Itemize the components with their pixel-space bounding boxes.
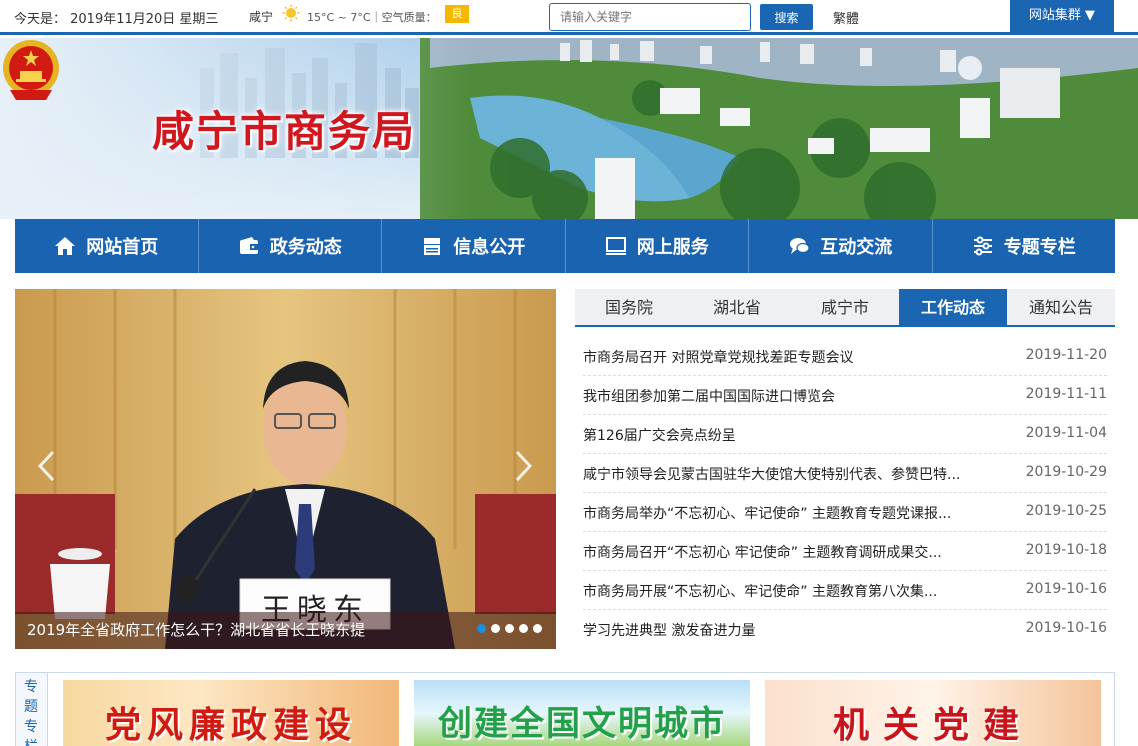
promo-banner-integrity[interactable]: 党风廉政建设 [63,680,399,746]
news-title[interactable]: 第126届广交会亮点纷呈 [583,425,736,445]
date-text: 今天是： 2019年11月20日 星期三 [14,12,219,27]
server-icon [424,238,441,255]
news-date: 2019-11-04 [1025,425,1107,441]
main-nav: 网站首页 政务动态 信息公开 网上服务 互动交流 专题专栏 [15,219,1115,273]
news-date: 2019-10-18 [1025,542,1107,558]
city-text: 咸宁 [249,10,274,24]
nav-label: 网上服务 [636,237,709,258]
nav-label: 政务动态 [269,237,342,258]
news-list: 市商务局召开 对照党章党规找差距专题会议 2019-11-20 我市组团参加第二届… [583,337,1107,649]
news-date: 2019-10-29 [1025,464,1107,480]
special-column-title: 专题专栏 [24,679,38,746]
sun-icon [282,4,300,22]
news-item[interactable]: 学习先进典型 激发奋进力量 2019-10-16 [583,610,1107,649]
promo-title: 党风廉政建设 [104,704,357,746]
news-date: 2019-11-11 [1025,386,1107,402]
promo-title: 机关党建 [832,704,1033,746]
news-date: 2019-10-25 [1025,503,1107,519]
slider-dot[interactable] [519,624,528,633]
news-item[interactable]: 市商务局开展“不忘初心、牢记使命” 主题教育第八次集... 2019-10-16 [583,571,1107,610]
site-title: 咸宁市商务局 [152,107,417,156]
national-emblem-icon [3,40,59,100]
search-input[interactable] [549,3,751,31]
news-title[interactable]: 市商务局召开 对照党章党规找差距专题会议 [583,347,853,367]
nav-label: 信息公开 [453,237,526,258]
promo-banner-civilized-city[interactable]: 创建全国文明城市 [414,680,750,746]
search-button[interactable]: 搜索 [760,4,813,30]
top-bar: 今天是： 2019年11月20日 星期三 咸宁 15°C ~ 7°C｜空气质量：… [0,0,1138,35]
nav-item-home[interactable]: 网站首页 [15,219,199,273]
slider-next-arrow-icon[interactable] [511,449,535,483]
news-title[interactable]: 市商务局举办“不忘初心、牢记使命” 主题教育专题党课报... [583,503,951,523]
tab-work-news[interactable]: 工作动态 [899,289,1007,325]
slider-dot[interactable] [505,624,514,633]
header-banner: 咸宁市商务局 [0,38,1138,219]
special-column: 专题专栏 党风廉政建设 创建全国文明城市 机关党建 [15,672,1115,746]
chat-icon [790,238,810,254]
news-item[interactable]: 市商务局举办“不忘初心、牢记使命” 主题教育专题党课报... 2019-10-25 [583,493,1107,532]
news-date: 2019-11-20 [1025,347,1107,363]
special-column-label: 专题专栏 [16,673,48,746]
nav-label: 专题专栏 [1003,237,1076,258]
wallet-icon [239,237,259,254]
tab-notices[interactable]: 通知公告 [1007,289,1115,325]
slider-prev-arrow-icon[interactable] [35,449,59,483]
sliders-icon [973,236,992,256]
slider-dot[interactable] [477,624,486,633]
tab-hubei[interactable]: 湖北省 [683,289,791,325]
nav-item-info-disclosure[interactable]: 信息公开 [382,219,566,273]
nav-label: 网站首页 [86,237,159,258]
slide-caption[interactable]: 2019年全省政府工作怎么干？湖北省省长王晓东提 [15,612,556,649]
slider-dot[interactable] [533,624,542,633]
slider-dots [477,624,542,633]
news-title[interactable]: 学习先进典型 激发奋进力量 [583,620,755,640]
news-title[interactable]: 咸宁市领导会见蒙古国驻华大使馆大使特别代表、参赞巴特... [583,464,960,484]
news-title[interactable]: 市商务局召开“不忘初心 牢记使命” 主题教育调研成果交... [583,542,942,562]
weather-text: 15°C ~ 7°C｜空气质量： [307,11,437,24]
news-item[interactable]: 第126届广交会亮点纷呈 2019-11-04 [583,415,1107,454]
home-icon [55,237,76,255]
monitor-icon [605,237,626,255]
nav-item-special-column[interactable]: 专题专栏 [933,219,1116,273]
nav-item-government-news[interactable]: 政务动态 [199,219,382,273]
news-item[interactable]: 我市组团参加第二届中国国际进口博览会 2019-11-11 [583,376,1107,415]
nav-item-interaction[interactable]: 互动交流 [749,219,933,273]
news-tabs: 国务院 湖北省 咸宁市 工作动态 通知公告 [575,289,1115,327]
slider-dot[interactable] [491,624,500,633]
site-group-dropdown[interactable]: 网站集群 ▼ [1010,0,1114,35]
promo-banner-party-building[interactable]: 机关党建 [765,680,1101,746]
tab-state-council[interactable]: 国务院 [575,289,683,325]
nav-label: 互动交流 [820,237,893,258]
news-item[interactable]: 咸宁市领导会见蒙古国驻华大使馆大使特别代表、参赞巴特... 2019-10-29 [583,454,1107,493]
traditional-chinese-link[interactable]: 繁體 [833,8,859,27]
news-slider[interactable]: 王晓东 2019年全省政府工作怎么干？湖北省省长王晓东提 [15,289,556,649]
nav-item-online-service[interactable]: 网上服务 [566,219,749,273]
tab-xianning[interactable]: 咸宁市 [791,289,899,325]
promo-title: 创建全国文明城市 [438,704,726,744]
news-item[interactable]: 市商务局召开“不忘初心 牢记使命” 主题教育调研成果交... 2019-10-18 [583,532,1107,571]
news-date: 2019-10-16 [1025,620,1107,636]
aqi-badge: 良 [445,5,469,23]
news-date: 2019-10-16 [1025,581,1107,597]
news-item[interactable]: 市商务局召开 对照党章党规找差距专题会议 2019-11-20 [583,337,1107,376]
news-title[interactable]: 市商务局开展“不忘初心、牢记使命” 主题教育第八次集... [583,581,937,601]
news-title[interactable]: 我市组团参加第二届中国国际进口博览会 [583,386,835,406]
